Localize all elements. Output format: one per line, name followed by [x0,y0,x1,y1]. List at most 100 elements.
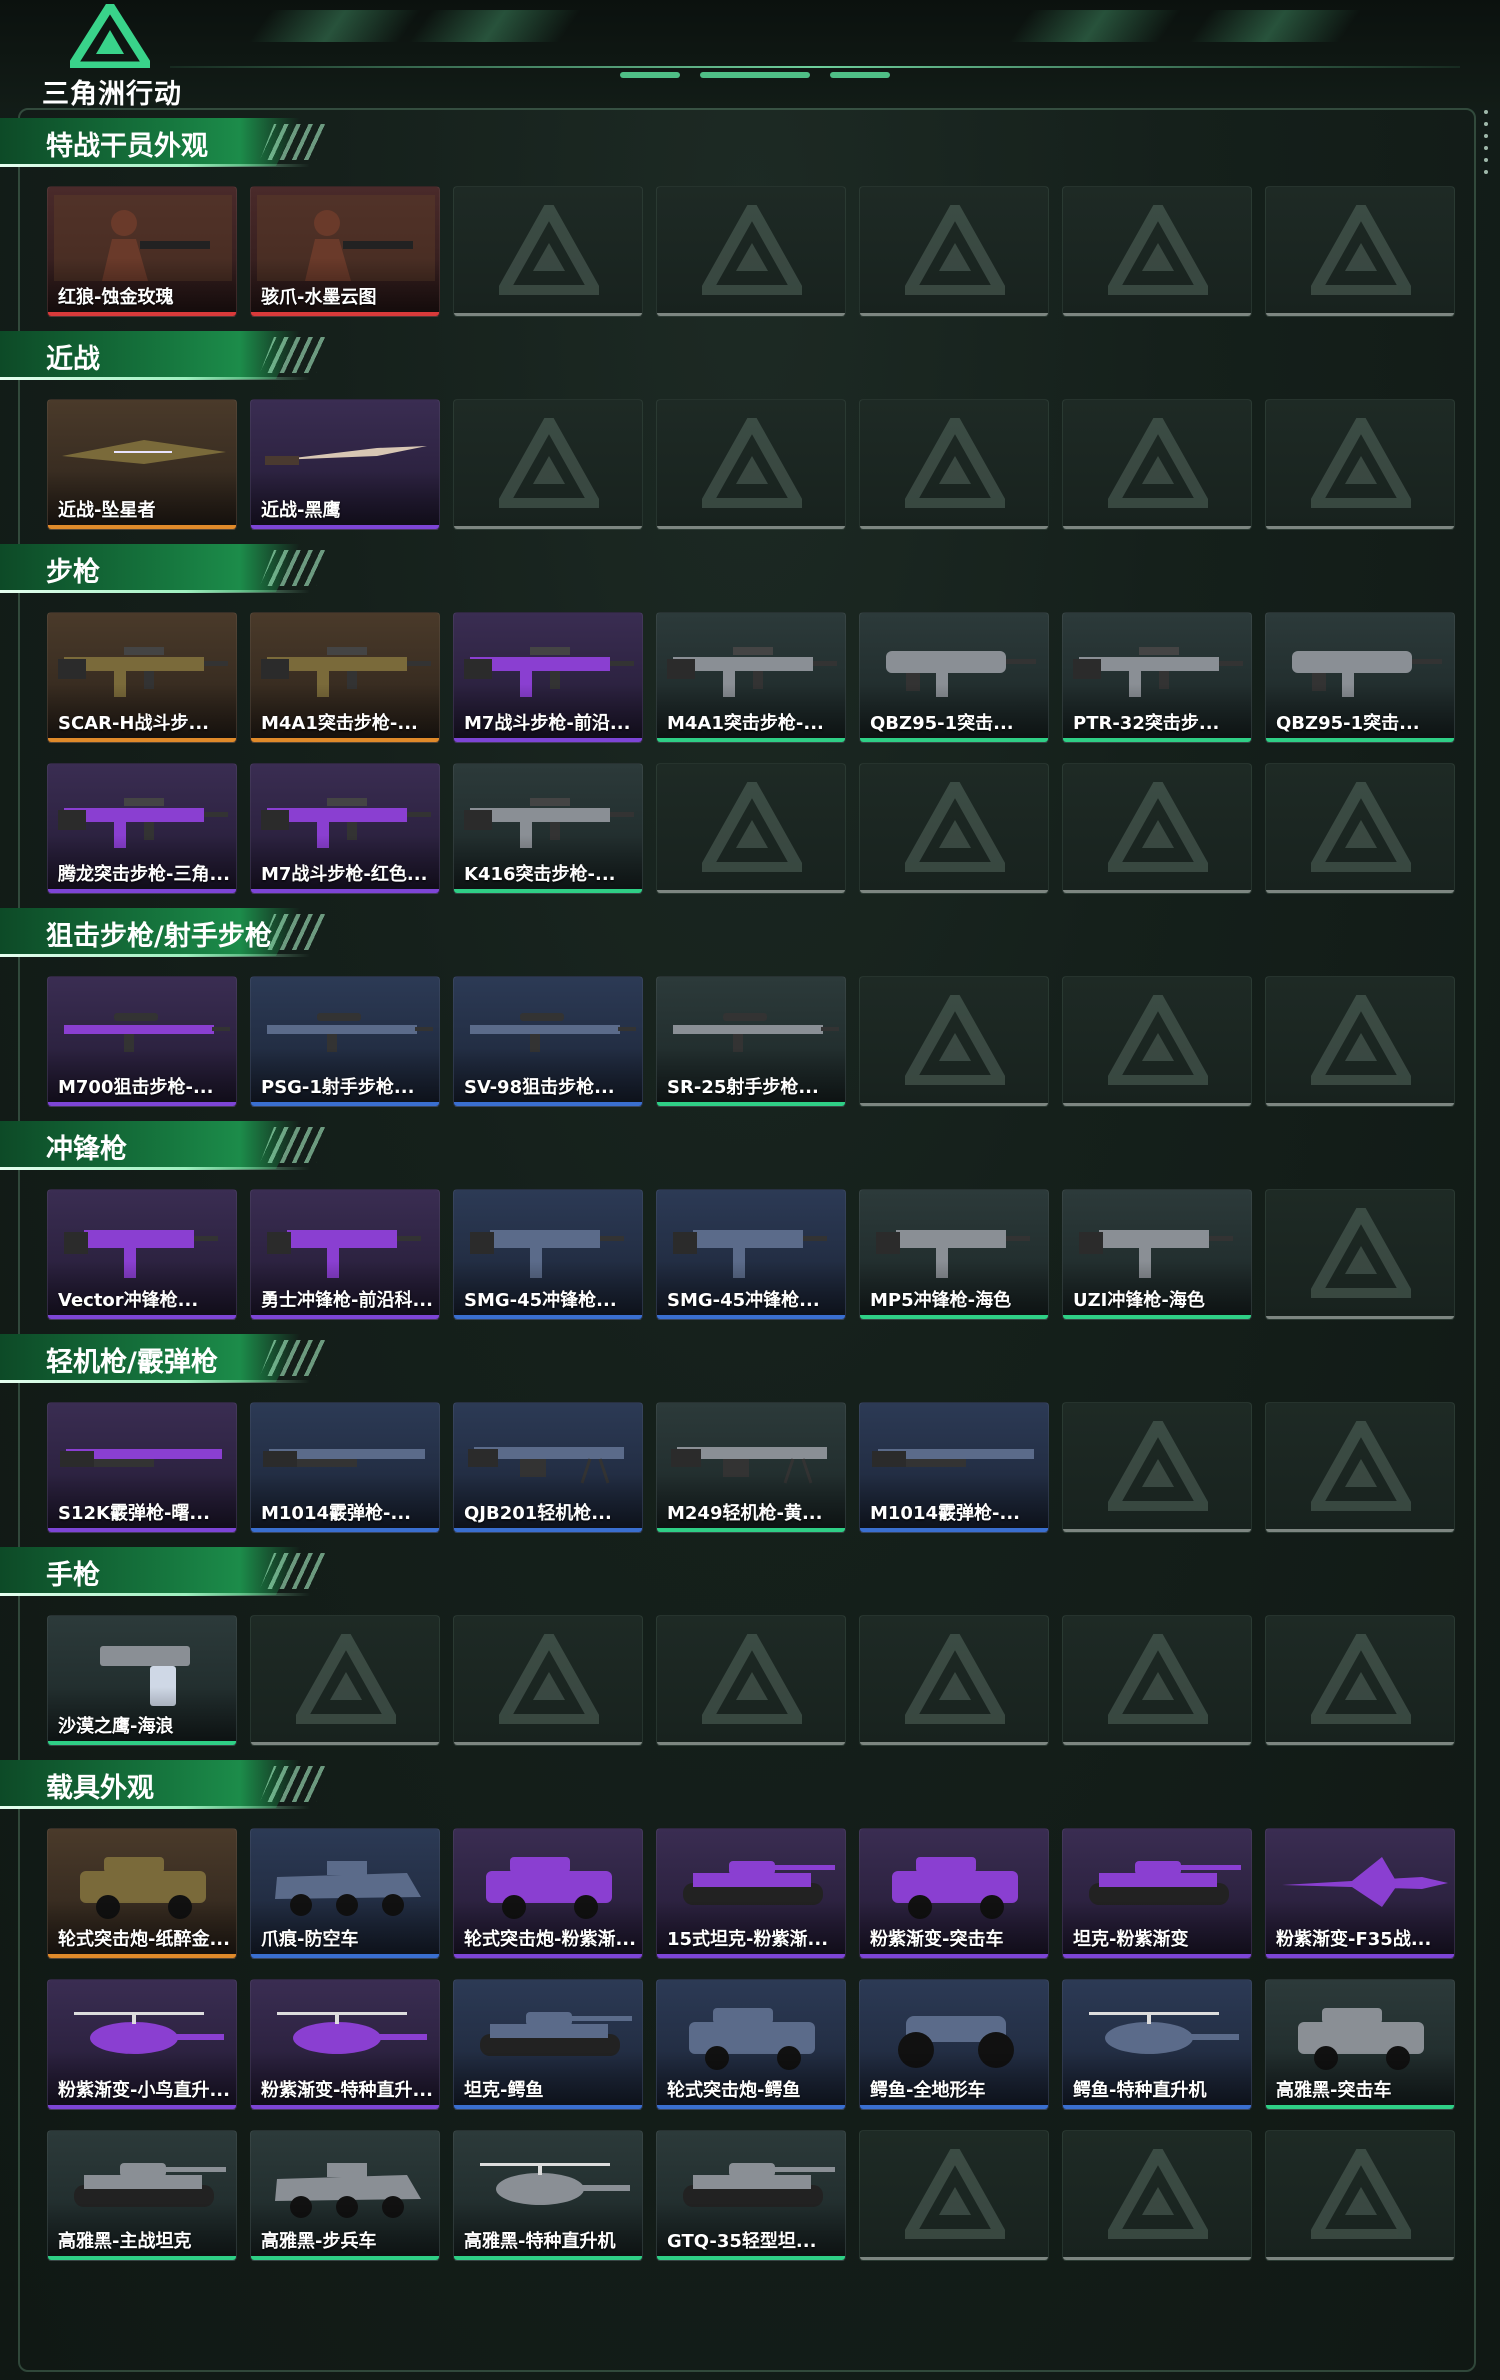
skin-name: M4A1突击步枪-... [261,713,418,734]
skin-card[interactable]: PSG-1射手步枪... [250,976,440,1107]
empty-slot [1062,763,1252,894]
section-title: 特战干员外观 [46,131,208,162]
placeholder-logo-icon [1108,1634,1208,1724]
skin-card[interactable]: 坦克-粉紫渐变 [1062,1828,1252,1959]
rarity-bar [48,738,236,742]
rarity-bar [251,525,439,529]
empty-bar [1063,890,1251,893]
top-bar: 三角洲行动 [0,0,1500,110]
empty-slot [1062,1615,1252,1746]
header-stripe [1188,10,1362,42]
item-grid: 红狼-蚀金玫瑰 骇爪-水墨云图 [47,186,1500,317]
skin-card[interactable]: 骇爪-水墨云图 [250,186,440,317]
skin-card[interactable]: M1014霰弹枪-... [250,1402,440,1533]
placeholder-logo-icon [296,1634,396,1724]
empty-bar [860,1742,1048,1745]
skin-card[interactable]: GTQ-35轻型坦... [656,2130,846,2261]
empty-bar [1266,1529,1454,1532]
rarity-bar [48,1528,236,1532]
empty-bar [1266,1103,1454,1106]
empty-bar [657,890,845,893]
placeholder-logo-icon [499,205,599,295]
skin-card[interactable]: QBZ95-1突击... [1265,612,1455,743]
skin-card[interactable]: K416突击步枪-... [453,763,643,894]
skin-card[interactable]: 爪痕-防空车 [250,1828,440,1959]
skin-card[interactable]: 粉紫渐变-特种直升... [250,1979,440,2110]
skin-name: 勇士冲锋枪-前沿科... [261,1290,433,1311]
skin-card[interactable]: MP5冲锋枪-海色 [859,1189,1049,1320]
skin-name: 轮式突击炮-纸醉金... [58,1929,230,1950]
rarity-bar [454,1102,642,1106]
skin-card[interactable]: M700狙击步枪-... [47,976,237,1107]
skin-card[interactable]: 勇士冲锋枪-前沿科... [250,1189,440,1320]
empty-slot [859,399,1049,530]
skin-name: SCAR-H战斗步... [58,713,210,734]
empty-slot [1265,763,1455,894]
skin-name: 轮式突击炮-粉紫渐... [464,1929,636,1950]
skin-card[interactable]: 腾龙突击步枪-三角... [47,763,237,894]
skin-name: M249轻机枪-黄... [667,1503,823,1524]
rarity-bar [48,312,236,316]
skin-card[interactable]: 15式坦克-粉紫渐... [656,1828,846,1959]
skin-card[interactable]: SMG-45冲锋枪... [656,1189,846,1320]
skin-name: 近战-坠星者 [58,500,156,521]
skin-card[interactable]: 近战-黑鹰 [250,399,440,530]
skin-card[interactable]: 高雅黑-主战坦克 [47,2130,237,2261]
skin-card[interactable]: 轮式突击炮-纸醉金... [47,1828,237,1959]
skin-card[interactable]: M7战斗步枪-前沿... [453,612,643,743]
rarity-bar [454,1954,642,1958]
skin-card[interactable]: S12K霰弹枪-曙... [47,1402,237,1533]
skin-card[interactable]: 轮式突击炮-鳄鱼 [656,1979,846,2110]
skin-card[interactable]: 沙漠之鹰-海浪 [47,1615,237,1746]
skin-card[interactable]: 高雅黑-特种直升机 [453,2130,643,2261]
skin-card[interactable]: SV-98狙击步枪... [453,976,643,1107]
empty-slot [1062,1402,1252,1533]
skin-card[interactable]: M4A1突击步枪-... [250,612,440,743]
skin-card[interactable]: 红狼-蚀金玫瑰 [47,186,237,317]
empty-slot [859,976,1049,1107]
skin-card[interactable]: 高雅黑-步兵车 [250,2130,440,2261]
section: 特战干员外观红狼-蚀金玫瑰 骇爪-水墨云图 [0,118,1500,317]
placeholder-logo-icon [702,1634,802,1724]
skin-card[interactable]: SR-25射手步枪... [656,976,846,1107]
skin-card[interactable]: 鳄鱼-全地形车 [859,1979,1049,2110]
skin-card[interactable]: 粉紫渐变-F35战... [1265,1828,1455,1959]
skin-card[interactable]: M7战斗步枪-红色... [250,763,440,894]
skin-card[interactable]: QBZ95-1突击... [859,612,1049,743]
skin-card[interactable]: QJB201轻机枪... [453,1402,643,1533]
empty-slot [1265,186,1455,317]
rarity-bar [48,1741,236,1745]
skin-card[interactable]: Vector冲锋枪... [47,1189,237,1320]
skin-card[interactable]: M249轻机枪-黄... [656,1402,846,1533]
empty-slot [1062,2130,1252,2261]
empty-bar [860,890,1048,893]
rarity-bar [860,2105,1048,2109]
skin-card[interactable]: SMG-45冲锋枪... [453,1189,643,1320]
skin-card[interactable]: 粉紫渐变-小鸟直升... [47,1979,237,2110]
rarity-bar [48,1315,236,1319]
skin-card[interactable]: 坦克-鳄鱼 [453,1979,643,2110]
skin-name: M700狙击步枪-... [58,1077,214,1098]
empty-slot [1265,399,1455,530]
header-stripe [248,10,422,42]
empty-bar [657,526,845,529]
skin-name: SR-25射手步枪... [667,1077,819,1098]
skin-card[interactable]: 近战-坠星者 [47,399,237,530]
skin-card[interactable]: M1014霰弹枪-... [859,1402,1049,1533]
skin-card[interactable]: M4A1突击步枪-... [656,612,846,743]
skin-name: M4A1突击步枪-... [667,713,824,734]
skin-name: 轮式突击炮-鳄鱼 [667,2080,801,2101]
skin-name: SV-98狙击步枪... [464,1077,615,1098]
skin-card[interactable]: 鳄鱼-特种直升机 [1062,1979,1252,2110]
skin-name: MP5冲锋枪-海色 [870,1290,1012,1311]
skin-card[interactable]: SCAR-H战斗步... [47,612,237,743]
section-title: 近战 [46,344,100,375]
skin-card[interactable]: 高雅黑-突击车 [1265,1979,1455,2110]
empty-bar [860,526,1048,529]
empty-bar [1266,2257,1454,2260]
skin-card[interactable]: UZI冲锋枪-海色 [1062,1189,1252,1320]
skin-card[interactable]: 轮式突击炮-粉紫渐... [453,1828,643,1959]
skin-card[interactable]: 粉紫渐变-突击车 [859,1828,1049,1959]
skin-card[interactable]: PTR-32突击步... [1062,612,1252,743]
skin-name: 鳄鱼-特种直升机 [1073,2080,1207,2101]
